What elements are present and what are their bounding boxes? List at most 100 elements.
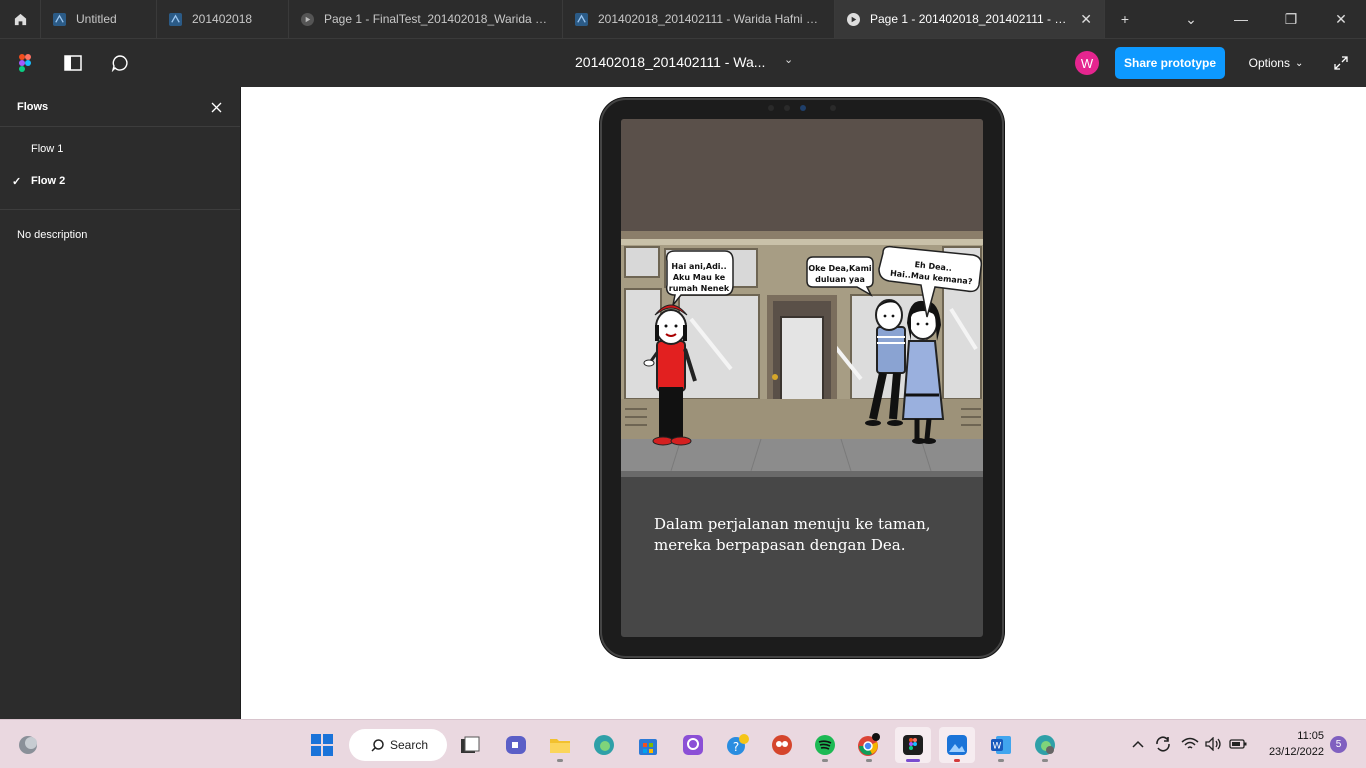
taskbar-search[interactable]: Search xyxy=(349,729,447,761)
get-help-button[interactable]: ? xyxy=(720,727,756,763)
minimize-button[interactable]: — xyxy=(1216,0,1266,38)
sync-tray-button[interactable] xyxy=(1153,732,1173,756)
task-view-icon xyxy=(461,736,480,753)
chevron-down-icon[interactable]: ⌄ xyxy=(784,53,793,66)
home-button[interactable] xyxy=(0,0,41,38)
folder-icon xyxy=(550,739,570,753)
story-caption: Dalam perjalanan menuju ke taman, mereka… xyxy=(654,515,931,554)
figma-app-button[interactable] xyxy=(895,727,931,763)
figma-menu-button[interactable] xyxy=(5,39,45,87)
figma-logo-icon xyxy=(903,735,923,755)
svg-text:W: W xyxy=(993,742,1002,752)
avatar[interactable]: W xyxy=(1075,51,1099,75)
tab-page1-active[interactable]: Page 1 - 201402018_201402111 - Warida Ha… xyxy=(835,0,1105,38)
task-view-button[interactable] xyxy=(452,727,488,763)
clock-time: 11:05 xyxy=(1297,730,1324,742)
tab-page1-finaltest[interactable]: Page 1 - FinalTest_201402018_Warida Hafn… xyxy=(289,0,563,38)
flow-description: No description xyxy=(17,229,88,241)
close-icon: ✕ xyxy=(1335,10,1347,27)
tab-201402018-201402111[interactable]: 201402018_201402111 - Warida Hafni Harah… xyxy=(563,0,835,38)
restore-button[interactable]: ❐ xyxy=(1266,0,1316,38)
edge-icon xyxy=(594,735,614,755)
store-icon xyxy=(639,739,657,755)
flows-header: Flows xyxy=(0,87,240,127)
microsoft-store-button[interactable] xyxy=(630,727,666,763)
windows-taskbar: Search ? W 11:05 23/12/2022 5 xyxy=(0,719,1366,768)
tab-bar: Untitled 201402018 Page 1 - FinalTest_20… xyxy=(0,0,1366,38)
volume-button[interactable] xyxy=(1204,732,1224,756)
chevron-down-icon: ⌄ xyxy=(1185,10,1197,27)
battery-button[interactable] xyxy=(1228,732,1248,756)
flow-label: Flow 2 xyxy=(31,175,66,187)
figma-logo-icon xyxy=(19,54,31,72)
prototype-canvas: Hai ani,Adi.. Aku Mau ke rumah Nenek Oke… xyxy=(241,87,1366,719)
prototype-toolbar: 201402018_201402111 - Wa... ⌄ W Share pr… xyxy=(0,38,1366,87)
comments-button[interactable] xyxy=(100,39,140,87)
minimize-icon: — xyxy=(1234,11,1248,27)
sidebar-icon xyxy=(64,55,82,71)
photos-app-button[interactable] xyxy=(939,727,975,763)
chrome-icon xyxy=(858,733,880,756)
options-button[interactable]: Options ⌄ xyxy=(1240,47,1312,79)
prototype-screen[interactable]: Hai ani,Adi.. Aku Mau ke rumah Nenek Oke… xyxy=(621,119,983,637)
podcast-app-button[interactable] xyxy=(675,727,711,763)
wifi-icon xyxy=(1181,737,1199,749)
toggle-sidebar-button[interactable] xyxy=(53,39,93,87)
bubble-line: duluan yaa xyxy=(815,275,865,284)
clock-date: 23/12/2022 xyxy=(1268,746,1324,758)
wifi-button[interactable] xyxy=(1180,732,1200,756)
tabs-dropdown-button[interactable]: ⌄ xyxy=(1166,0,1216,38)
close-tab-icon[interactable]: ✕ xyxy=(1080,11,1092,28)
word-button[interactable]: W xyxy=(983,727,1019,763)
camera-dot xyxy=(830,105,836,111)
story-illustration: Hai ani,Adi.. Aku Mau ke rumah Nenek Oke… xyxy=(621,119,983,489)
fullscreen-button[interactable] xyxy=(1326,47,1356,79)
volume-icon xyxy=(1205,737,1221,751)
bubble-line: Oke Dea,Kami xyxy=(808,264,872,273)
spotify-button[interactable] xyxy=(807,727,843,763)
play-icon xyxy=(301,12,314,26)
figma-file-icon xyxy=(169,12,182,26)
chevron-up-icon xyxy=(1132,740,1144,748)
figma-file-icon xyxy=(575,12,588,26)
tab-201402018[interactable]: 201402018 xyxy=(157,0,289,38)
camera-dot xyxy=(784,105,790,111)
close-flows-button[interactable] xyxy=(208,99,224,115)
flow-item-1[interactable]: Flow 1 xyxy=(0,133,240,165)
flows-title: Flows xyxy=(17,100,49,113)
edge-profile-button[interactable] xyxy=(1027,727,1063,763)
chat-icon xyxy=(506,736,526,754)
document-title[interactable]: 201402018_201402111 - Wa... xyxy=(575,54,765,70)
game-app-button[interactable] xyxy=(764,727,800,763)
search-label: Search xyxy=(390,738,429,752)
system-clock[interactable]: 11:05 23/12/2022 xyxy=(1262,728,1324,760)
chevron-down-icon: ⌄ xyxy=(1294,57,1304,69)
help-icon: ? xyxy=(727,734,749,755)
chrome-button[interactable] xyxy=(851,727,887,763)
flow-item-2[interactable]: ✓ Flow 2 xyxy=(0,165,240,197)
edge-button[interactable] xyxy=(586,727,622,763)
show-hidden-icons-button[interactable] xyxy=(1130,732,1146,756)
weather-widget[interactable] xyxy=(10,727,46,763)
sync-icon xyxy=(1156,736,1170,752)
home-icon xyxy=(14,13,26,25)
tab-label: Page 1 - FinalTest_201402018_Warida Hafn… xyxy=(324,12,550,26)
windows-logo-icon xyxy=(311,734,333,756)
search-icon xyxy=(371,738,384,752)
weather-icon xyxy=(19,736,37,754)
flows-list: Flow 1 ✓ Flow 2 xyxy=(0,127,240,210)
edge-icon xyxy=(1035,735,1055,755)
tab-untitled[interactable]: Untitled xyxy=(41,0,157,38)
share-prototype-button[interactable]: Share prototype xyxy=(1115,47,1225,79)
notification-badge[interactable]: 5 xyxy=(1330,736,1347,753)
check-icon: ✓ xyxy=(12,175,22,188)
flow-label: Flow 1 xyxy=(31,143,64,155)
close-window-button[interactable]: ✕ xyxy=(1316,0,1366,38)
tab-label: Untitled xyxy=(76,12,117,26)
teams-chat-button[interactable] xyxy=(498,727,534,763)
flows-panel: Flows Flow 1 ✓ Flow 2 No description xyxy=(0,87,241,719)
file-explorer-button[interactable] xyxy=(542,727,578,763)
expand-icon xyxy=(1334,56,1348,70)
new-tab-button[interactable]: + xyxy=(1105,0,1145,38)
start-button[interactable] xyxy=(304,727,340,763)
